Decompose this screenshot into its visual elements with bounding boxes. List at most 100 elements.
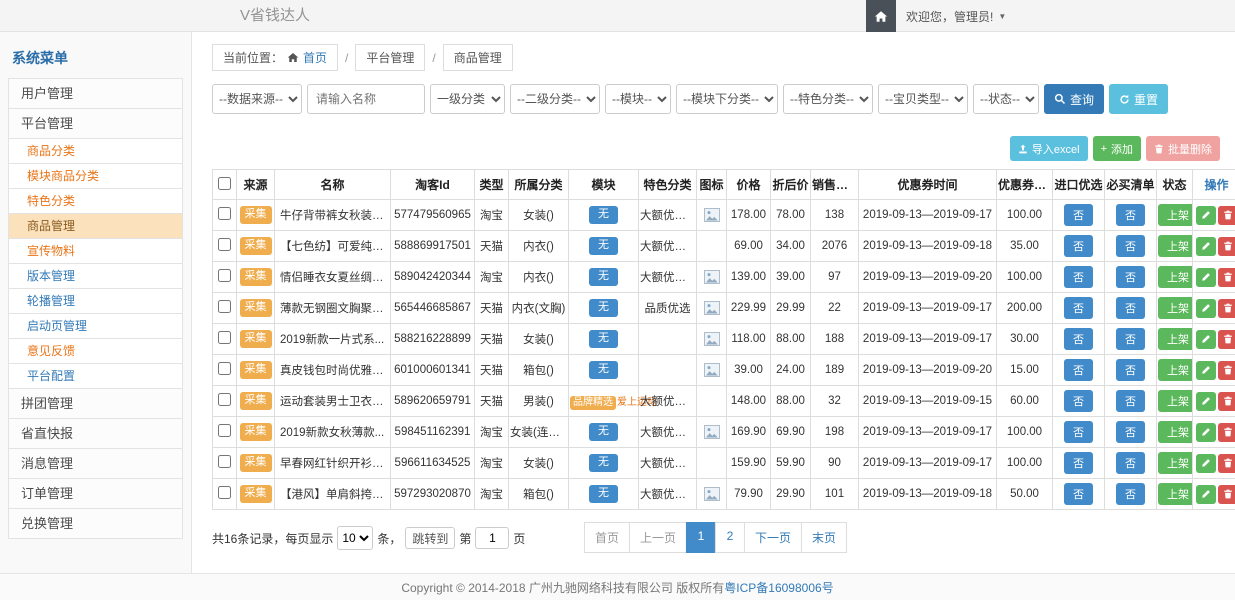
delete-button[interactable] (1218, 268, 1235, 287)
import-toggle-button[interactable]: 否 (1064, 328, 1093, 350)
page-button[interactable]: 末页 (801, 522, 847, 553)
must-buy-toggle-button[interactable]: 否 (1116, 421, 1145, 443)
status-button[interactable]: 上架 (1158, 421, 1193, 443)
filter-select[interactable]: --状态-- (973, 84, 1039, 114)
delete-button[interactable] (1218, 237, 1235, 256)
import-toggle-button[interactable]: 否 (1064, 452, 1093, 474)
import-toggle-button[interactable]: 否 (1064, 235, 1093, 257)
row-checkbox[interactable] (218, 207, 231, 220)
must-buy-toggle-button[interactable]: 否 (1116, 204, 1145, 226)
row-checkbox[interactable] (218, 455, 231, 468)
sidebar-section[interactable]: 拼团管理 (9, 389, 182, 419)
sidebar-section[interactable]: 兑换管理 (9, 509, 182, 539)
edit-button[interactable] (1196, 268, 1216, 287)
import-toggle-button[interactable]: 否 (1064, 359, 1093, 381)
filter-select[interactable]: 一级分类 (430, 84, 505, 114)
status-button[interactable]: 上架 (1158, 359, 1193, 381)
delete-button[interactable] (1218, 206, 1235, 225)
must-buy-toggle-button[interactable]: 否 (1116, 328, 1145, 350)
must-buy-toggle-button[interactable]: 否 (1116, 235, 1145, 257)
row-checkbox[interactable] (218, 393, 231, 406)
select-all-checkbox[interactable] (218, 177, 231, 190)
edit-button[interactable] (1196, 454, 1216, 473)
sidebar-link[interactable]: 宣传物料 (9, 239, 182, 264)
sidebar-link[interactable]: 平台配置 (9, 364, 182, 389)
edit-button[interactable] (1196, 330, 1216, 349)
must-buy-toggle-button[interactable]: 否 (1116, 359, 1145, 381)
row-checkbox[interactable] (218, 238, 231, 251)
status-button[interactable]: 上架 (1158, 390, 1193, 412)
must-buy-toggle-button[interactable]: 否 (1116, 266, 1145, 288)
filter-select[interactable]: --模块-- (605, 84, 671, 114)
edit-button[interactable] (1196, 237, 1216, 256)
home-button[interactable] (866, 0, 896, 32)
must-buy-toggle-button[interactable]: 否 (1116, 390, 1145, 412)
page-button[interactable]: 上一页 (629, 522, 687, 553)
sidebar-section[interactable]: 平台管理 (9, 109, 182, 139)
import-toggle-button[interactable]: 否 (1064, 204, 1093, 226)
batch-delete-button[interactable]: 批量删除 (1146, 136, 1220, 161)
row-checkbox[interactable] (218, 424, 231, 437)
status-button[interactable]: 上架 (1158, 266, 1193, 288)
import-toggle-button[interactable]: 否 (1064, 297, 1093, 319)
edit-button[interactable] (1196, 392, 1216, 411)
row-checkbox[interactable] (218, 331, 231, 344)
breadcrumb-home-link[interactable]: 首页 (303, 49, 327, 66)
filter-select[interactable]: --模块下分类-- (676, 84, 778, 114)
edit-button[interactable] (1196, 423, 1216, 442)
sidebar-section[interactable]: 订单管理 (9, 479, 182, 509)
sidebar-section[interactable]: 用户管理 (9, 79, 182, 109)
delete-button[interactable] (1218, 361, 1235, 380)
sidebar-link[interactable]: 商品管理 (9, 214, 182, 239)
edit-button[interactable] (1196, 206, 1216, 225)
jump-button[interactable]: 跳转到 (405, 527, 455, 549)
edit-button[interactable] (1196, 485, 1216, 504)
sidebar-section[interactable]: 省直快报 (9, 419, 182, 449)
per-page-select[interactable]: 10 (337, 526, 373, 550)
filter-select[interactable]: --特色分类-- (783, 84, 873, 114)
delete-button[interactable] (1218, 454, 1235, 473)
query-button[interactable]: 查询 (1044, 84, 1104, 114)
edit-button[interactable] (1196, 299, 1216, 318)
import-toggle-button[interactable]: 否 (1064, 421, 1093, 443)
delete-button[interactable] (1218, 423, 1235, 442)
page-button[interactable]: 1 (686, 522, 716, 553)
row-checkbox[interactable] (218, 362, 231, 375)
import-toggle-button[interactable]: 否 (1064, 390, 1093, 412)
status-button[interactable]: 上架 (1158, 204, 1193, 226)
sidebar-link[interactable]: 特色分类 (9, 189, 182, 214)
reset-button[interactable]: 重置 (1109, 84, 1168, 114)
import-excel-button[interactable]: 导入excel (1010, 136, 1088, 161)
status-button[interactable]: 上架 (1158, 328, 1193, 350)
sidebar-link[interactable]: 版本管理 (9, 264, 182, 289)
delete-button[interactable] (1218, 299, 1235, 318)
page-button[interactable]: 下一页 (744, 522, 802, 553)
filter-select[interactable]: --宝贝类型-- (878, 84, 968, 114)
sidebar-link[interactable]: 意见反馈 (9, 339, 182, 364)
status-button[interactable]: 上架 (1158, 297, 1193, 319)
page-button[interactable]: 2 (715, 522, 745, 553)
delete-button[interactable] (1218, 392, 1235, 411)
status-button[interactable]: 上架 (1158, 483, 1193, 505)
sidebar-link[interactable]: 轮播管理 (9, 289, 182, 314)
delete-button[interactable] (1218, 485, 1235, 504)
sidebar-link[interactable]: 启动页管理 (9, 314, 182, 339)
sidebar-link[interactable]: 模块商品分类 (9, 164, 182, 189)
user-menu[interactable]: 欢迎您，管理员! ▼ (896, 8, 1016, 25)
must-buy-toggle-button[interactable]: 否 (1116, 297, 1145, 319)
name-search-input[interactable] (307, 84, 425, 114)
status-button[interactable]: 上架 (1158, 452, 1193, 474)
add-button[interactable]: + 添加 (1093, 136, 1141, 161)
page-button[interactable]: 首页 (584, 522, 630, 553)
row-checkbox[interactable] (218, 269, 231, 282)
must-buy-toggle-button[interactable]: 否 (1116, 452, 1145, 474)
sidebar-link[interactable]: 商品分类 (9, 139, 182, 164)
row-checkbox[interactable] (218, 300, 231, 313)
filter-select[interactable]: --二级分类-- (510, 84, 600, 114)
import-toggle-button[interactable]: 否 (1064, 266, 1093, 288)
must-buy-toggle-button[interactable]: 否 (1116, 483, 1145, 505)
import-toggle-button[interactable]: 否 (1064, 483, 1093, 505)
edit-button[interactable] (1196, 361, 1216, 380)
status-button[interactable]: 上架 (1158, 235, 1193, 257)
jump-page-input[interactable] (475, 527, 509, 549)
